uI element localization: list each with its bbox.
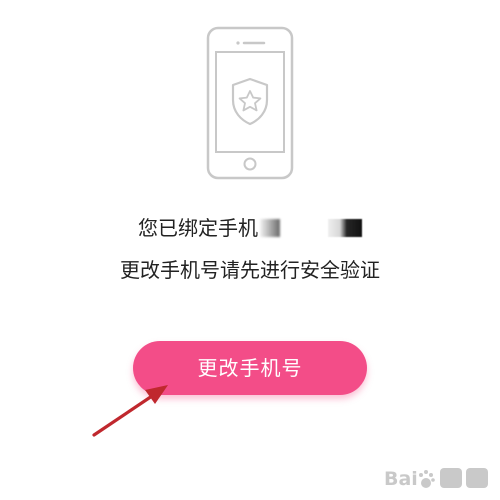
baidu-jingyan-watermark: Bai — [384, 468, 488, 490]
phone-camera-dot — [236, 41, 240, 45]
masked-phone-segment-2 — [328, 219, 362, 237]
phone-body-outline — [206, 26, 294, 180]
security-verify-hint: 更改手机号请先进行安全验证 — [120, 258, 380, 282]
phone-screen-outline — [215, 51, 285, 153]
svg-text:Bai: Bai — [384, 468, 418, 490]
bound-phone-label: 您已绑定手机 — [138, 216, 258, 240]
shield-star-icon — [231, 77, 269, 126]
phone-security-illustration — [206, 26, 294, 180]
annotation-arrow-shaft — [92, 390, 160, 437]
phone-home-button — [243, 157, 257, 171]
masked-phone-segment-1 — [260, 219, 280, 237]
bound-phone-line: 您已绑定手机 — [0, 212, 500, 244]
change-phone-button[interactable]: 更改手机号 — [133, 341, 367, 395]
